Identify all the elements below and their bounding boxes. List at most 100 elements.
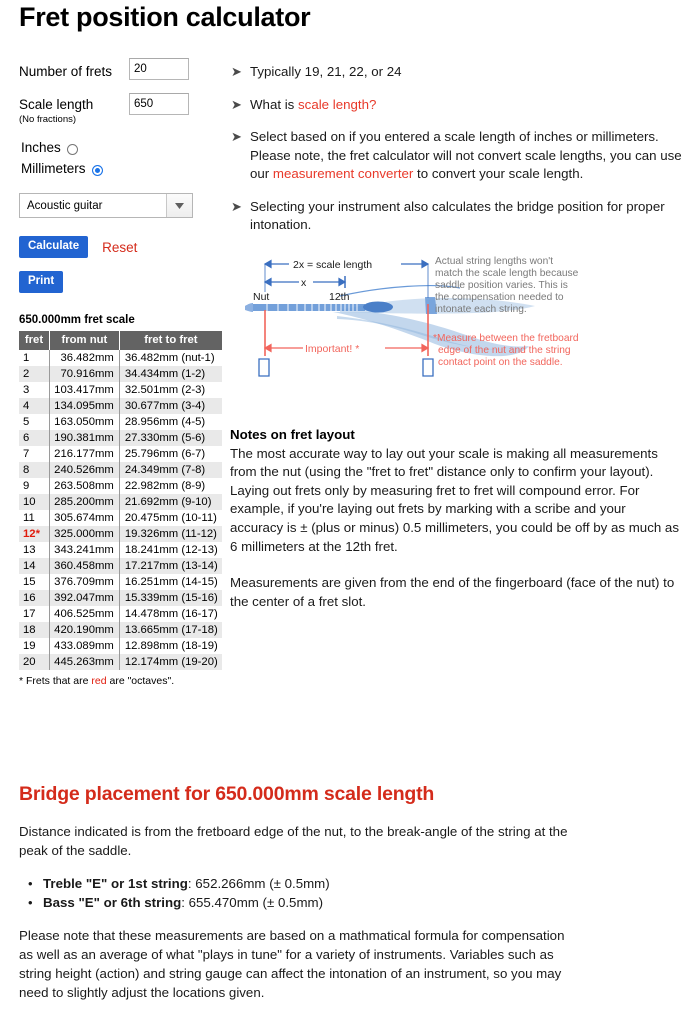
bridge-item-1-label: Treble "E" or 1st string: [43, 876, 188, 891]
cell-fret: 14: [19, 558, 50, 574]
instrument-select-value: Acoustic guitar: [27, 199, 103, 212]
cell-fret-to-fret: 36.482mm (nut-1): [118, 350, 222, 366]
fret-table: fret from nut fret to fret 1 36.482mm 36.4…: [19, 331, 222, 670]
unit-option-millimeters[interactable]: Millimeters: [19, 159, 224, 179]
unit-option-inches[interactable]: Inches: [19, 138, 224, 158]
primary-button-row: Calculate Reset: [19, 236, 224, 258]
info-item-1: ➤ Typically 19, 21, 22, or 24: [231, 63, 683, 82]
left-arrow-bullet-icon: ➤: [231, 198, 242, 214]
bridge-measurement-list: • Treble "E" or 1st string: 652.266mm (± …: [19, 874, 579, 912]
bridge-placement-section: Bridge placement for 650.000mm scale len…: [19, 783, 579, 1016]
square-bullet-icon: •: [28, 895, 33, 910]
number-of-frets-input[interactable]: [129, 58, 189, 80]
diagram-scale-length-label: 2x = scale length: [293, 259, 372, 271]
table-row: 9 263.508mm 22.982mm (8-9): [19, 478, 222, 494]
unit-option-inches-label: Inches: [21, 140, 61, 155]
cell-fret-to-fret: 17.217mm (13-14): [118, 558, 222, 574]
cell-fret: 10: [19, 494, 50, 510]
cell-fret: 8: [19, 462, 50, 478]
table-row: 4 134.095mm 30.677mm (3-4): [19, 398, 222, 414]
cell-fret-to-fret: 27.330mm (5-6): [118, 430, 222, 446]
scale-field-row: Scale length (No fractions): [19, 93, 224, 125]
cell-from-nut: 406.525mm: [49, 606, 120, 622]
cell-from-nut: 343.241mm: [49, 542, 120, 558]
table-row: 18 420.190mm 13.665mm (17-18): [19, 622, 222, 638]
cell-fret: 6: [19, 430, 50, 446]
fret-table-footnote: * Frets that are red are "octaves".: [19, 675, 224, 687]
radio-inches-icon[interactable]: [66, 143, 78, 155]
scale-length-link[interactable]: scale length?: [298, 97, 376, 112]
square-bullet-icon: •: [28, 876, 33, 891]
cell-fret: 19: [19, 638, 50, 654]
notes-paragraph-2: Measurements are given from the end of t…: [230, 575, 675, 609]
table-row: 16 392.047mm 15.339mm (15-16): [19, 590, 222, 606]
cell-fret: 15: [19, 574, 50, 590]
measurement-converter-link[interactable]: measurement converter: [273, 166, 413, 181]
table-row: 1 36.482mm 36.482mm (nut-1): [19, 350, 222, 366]
calculate-button[interactable]: Calculate: [19, 236, 89, 258]
reset-link[interactable]: Reset: [102, 240, 137, 255]
cell-fret-to-fret: 18.241mm (12-13): [118, 542, 222, 558]
radio-millimeters-icon[interactable]: [91, 164, 103, 176]
instrument-select[interactable]: Acoustic guitar: [19, 193, 193, 218]
cell-fret: 12*: [19, 526, 50, 542]
cell-fret-to-fret: 30.677mm (3-4): [118, 398, 222, 414]
diagram-important-label: Important! *: [305, 343, 359, 355]
table-row: 5 163.050mm 28.956mm (4-5): [19, 414, 222, 430]
cell-fret-to-fret: 12.898mm (18-19): [118, 638, 222, 654]
bridge-item-2-label: Bass "E" or 6th string: [43, 895, 182, 910]
cell-from-nut: 36.482mm: [49, 350, 120, 366]
info-item-3: ➤ Select based on if you entered a scale…: [231, 128, 683, 184]
chevron-down-icon[interactable]: [166, 194, 192, 217]
cell-from-nut: 190.381mm: [49, 430, 120, 446]
cell-fret: 17: [19, 606, 50, 622]
info-item-1-text: Typically 19, 21, 22, or 24: [250, 64, 402, 79]
print-button-row: Print: [19, 271, 224, 293]
guitar-scale-diagram: 2x = scale length x Nut 12th Important! …: [245, 252, 685, 378]
page-title: Fret position calculator: [19, 2, 311, 32]
table-row: 11 305.674mm 20.475mm (10-11): [19, 510, 222, 526]
scale-length-sublabel: (No fractions): [19, 114, 77, 125]
fret-table-body: 1 36.482mm 36.482mm (nut-1) 2 70.916mm 34.434…: [19, 350, 222, 670]
table-row: 17 406.525mm 14.478mm (16-17): [19, 606, 222, 622]
scale-label-group: Scale length (No fractions): [19, 93, 129, 125]
scale-length-label: Scale length: [19, 97, 94, 112]
column-header-fret-to-fret: fret to fret: [118, 331, 222, 350]
cell-fret: 11: [19, 510, 50, 526]
cell-fret-to-fret: 21.692mm (9-10): [118, 494, 222, 510]
table-row: 6 190.381mm 27.330mm (5-6): [19, 430, 222, 446]
left-arrow-bullet-icon: ➤: [231, 96, 242, 112]
cell-from-nut: 360.458mm: [49, 558, 120, 574]
notes-heading: Notes on fret layout: [230, 427, 355, 442]
cell-fret: 2: [19, 366, 50, 382]
cell-fret: 9: [19, 478, 50, 494]
cell-from-nut: 134.095mm: [49, 398, 120, 414]
footnote-suffix: are "octaves".: [106, 675, 175, 687]
fret-table-header-row: fret from nut fret to fret: [19, 331, 222, 350]
unit-option-millimeters-label: Millimeters: [21, 161, 86, 176]
cell-fret-to-fret: 25.796mm (6-7): [118, 446, 222, 462]
diagram-note-text: Actual string lengths won't match the sc…: [435, 256, 581, 315]
frets-label: Number of frets: [19, 64, 113, 79]
cell-from-nut: 70.916mm: [49, 366, 120, 382]
cell-fret-to-fret: 32.501mm (2-3): [118, 382, 222, 398]
bridge-item-2-value: : 655.470mm (± 0.5mm): [181, 895, 324, 910]
cell-from-nut: 376.709mm: [49, 574, 120, 590]
list-item: • Treble "E" or 1st string: 652.266mm (± …: [28, 874, 579, 893]
print-button[interactable]: Print: [19, 271, 64, 293]
cell-fret-to-fret: 15.339mm (15-16): [118, 590, 222, 606]
cell-fret-to-fret: 14.478mm (16-17): [118, 606, 222, 622]
cell-from-nut: 325.000mm: [49, 526, 120, 542]
table-row: 19 433.089mm 12.898mm (18-19): [19, 638, 222, 654]
notes-section: Notes on fret layout The most accurate w…: [230, 426, 680, 611]
cell-from-nut: 216.177mm: [49, 446, 120, 462]
diagram-nut-label: Nut: [253, 291, 269, 303]
cell-from-nut: 305.674mm: [49, 510, 120, 526]
cell-fret: 20: [19, 654, 50, 670]
scale-length-input[interactable]: [129, 93, 189, 115]
info-list: ➤ Typically 19, 21, 22, or 24 ➤ What is …: [231, 63, 683, 249]
cell-fret-to-fret: 28.956mm (4-5): [118, 414, 222, 430]
footnote-prefix: * Frets that are: [19, 675, 92, 687]
cell-fret: 7: [19, 446, 50, 462]
cell-fret-to-fret: 12.174mm (19-20): [118, 654, 222, 670]
